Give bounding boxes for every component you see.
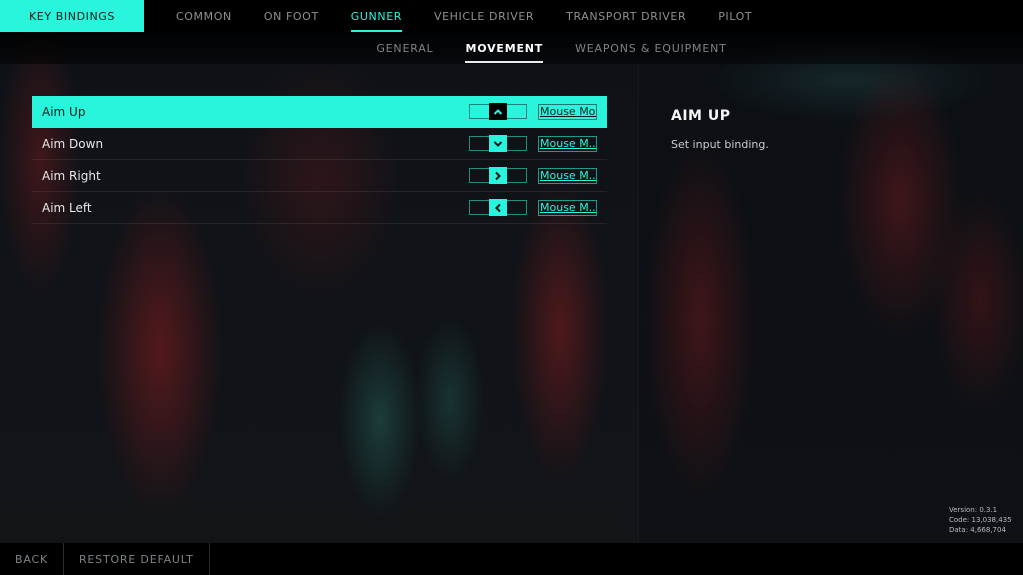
category-tabs: COMMON ON FOOT GUNNER VEHICLE DRIVER TRA… [176,0,784,32]
binding-row-aim-right[interactable]: Aim Right Mouse M... [32,160,607,192]
version-info: Version: 0.3.1 Code: 13,038,435 Data: 4,… [949,505,1012,535]
binding-value[interactable]: Mouse M... [538,136,597,152]
tab-vehicle-driver[interactable]: VEHICLE DRIVER [434,0,534,32]
detail-description: Set input binding. [671,138,769,151]
bindings-list: Aim Up Mouse Mov Aim Down Mouse M... Aim… [32,96,607,224]
binding-value[interactable]: Mouse M... [538,200,597,216]
tab-on-foot[interactable]: ON FOOT [264,0,319,32]
chevron-up-icon [489,103,507,120]
page-title: KEY BINDINGS [0,0,144,32]
tab-common[interactable]: COMMON [176,0,232,32]
subtab-general[interactable]: GENERAL [376,32,433,64]
restore-default-button[interactable]: RESTORE DEFAULT [64,543,210,575]
chevron-down-icon [489,135,507,152]
tab-gunner[interactable]: GUNNER [350,0,403,32]
subtab-movement[interactable]: MOVEMENT [465,32,543,64]
binding-row-aim-down[interactable]: Aim Down Mouse M... [32,128,607,160]
code-text: Code: 13,038,435 [949,516,1012,524]
direction-slider[interactable] [469,103,527,120]
binding-row-aim-up[interactable]: Aim Up Mouse Mov [32,96,607,128]
subtab-weapons-equipment[interactable]: WEAPONS & EQUIPMENT [575,32,727,64]
top-nav-bar: KEY BINDINGS COMMON ON FOOT GUNNER VEHIC… [0,0,1023,32]
direction-slider[interactable] [469,167,527,184]
direction-slider[interactable] [469,135,527,152]
tab-pilot[interactable]: PILOT [718,0,752,32]
bottom-bar: BACK RESTORE DEFAULT [0,543,1023,575]
chevron-right-icon [489,167,507,184]
tab-transport-driver[interactable]: TRANSPORT DRIVER [566,0,686,32]
binding-value[interactable]: Mouse Mov [538,104,597,120]
data-text: Data: 4,668,704 [949,526,1006,534]
chevron-left-icon [489,199,507,216]
detail-panel: AIM UP Set input binding. [671,108,991,151]
detail-title: AIM UP [671,108,731,124]
direction-slider[interactable] [469,199,527,216]
back-button[interactable]: BACK [0,543,64,575]
binding-row-aim-left[interactable]: Aim Left Mouse M... [32,192,607,224]
version-text: Version: 0.3.1 [949,506,998,514]
sub-nav-bar: GENERAL MOVEMENT WEAPONS & EQUIPMENT [0,32,1023,64]
binding-value[interactable]: Mouse M... [538,168,597,184]
